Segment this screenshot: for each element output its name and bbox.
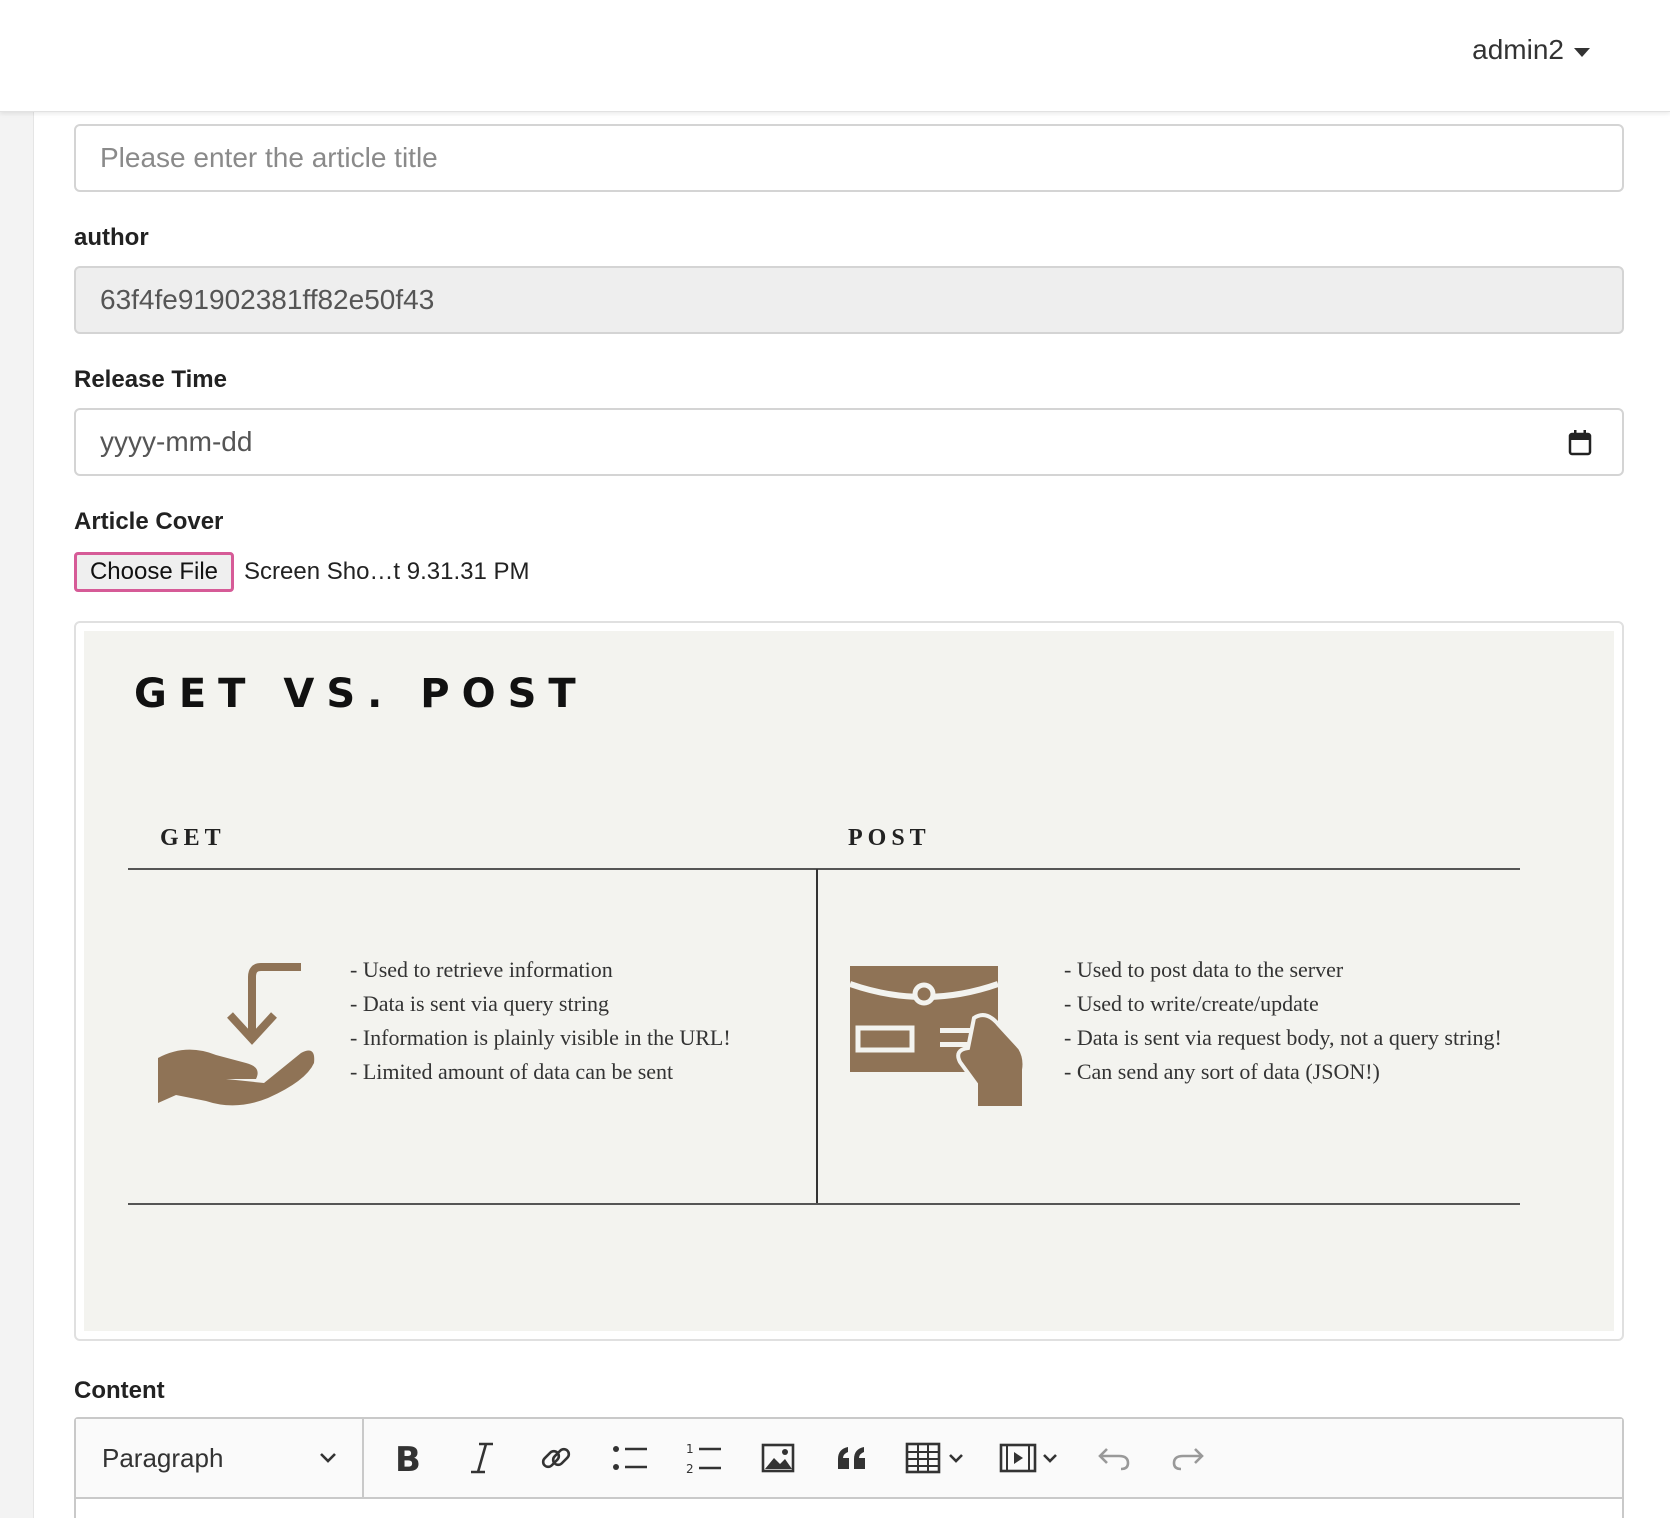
editor-content-area[interactable] <box>76 1501 1622 1518</box>
receive-hand-icon <box>158 963 315 1106</box>
media-icon[interactable] <box>998 1436 1062 1480</box>
cover-title: GET VS. POST <box>134 671 588 717</box>
italic-icon[interactable] <box>460 1436 504 1480</box>
post-heading: POST <box>848 825 931 851</box>
title-input[interactable]: Please enter the article title <box>74 124 1624 192</box>
choose-file-button[interactable]: Choose File <box>74 552 234 592</box>
svg-text:B: B <box>395 1441 421 1475</box>
svg-text:1: 1 <box>686 1442 694 1456</box>
get-point: - Data is sent via query string <box>350 991 610 1016</box>
release-time-label: Release Time <box>74 366 227 393</box>
user-name: admin2 <box>1472 34 1564 65</box>
editor-tools: B 12 <box>364 1436 1210 1480</box>
selected-file-name: Screen Sho…t 9.31.31 PM <box>244 558 530 585</box>
post-point: - Data is sent via request body, not a q… <box>1064 1025 1502 1050</box>
blockquote-icon[interactable] <box>830 1436 874 1480</box>
bold-icon[interactable]: B <box>386 1436 430 1480</box>
post-point: - Used to write/create/update <box>1064 991 1319 1016</box>
image-icon[interactable] <box>756 1436 800 1480</box>
block-format-value: Paragraph <box>102 1442 224 1473</box>
editor-toolbar: Paragraph B 12 <box>76 1419 1622 1499</box>
numbered-list-icon[interactable]: 12 <box>682 1436 726 1480</box>
post-envelope-icon <box>850 966 1025 1108</box>
top-navbar: admin2 <box>0 0 1670 112</box>
rich-text-editor: Paragraph B 12 <box>74 1417 1624 1518</box>
post-points: - Used to post data to the server - Used… <box>1064 953 1502 1089</box>
sidebar-edge <box>0 112 34 1518</box>
get-heading: GET <box>160 825 226 851</box>
cover-image: GET VS. POST GET POST - Used to retrieve… <box>84 631 1614 1331</box>
post-point: - Used to post data to the server <box>1064 957 1344 982</box>
svg-text:2: 2 <box>686 1462 694 1475</box>
column-divider <box>816 869 818 1205</box>
table-icon[interactable] <box>904 1436 968 1480</box>
block-format-dropdown[interactable]: Paragraph <box>76 1419 364 1497</box>
post-point: - Can send any sort of data (JSON!) <box>1064 1059 1380 1084</box>
calendar-icon[interactable] <box>1568 430 1592 456</box>
author-label: author <box>74 224 149 251</box>
get-points: - Used to retrieve information - Data is… <box>350 953 731 1089</box>
undo-icon[interactable] <box>1092 1436 1136 1480</box>
author-field: 63f4fe91902381ff82e50f43 <box>74 266 1624 334</box>
bulleted-list-icon[interactable] <box>608 1436 652 1480</box>
redo-icon[interactable] <box>1166 1436 1210 1480</box>
header-divider <box>128 868 1520 870</box>
footer-divider <box>128 1203 1520 1205</box>
caret-down-icon <box>1574 47 1590 57</box>
link-icon[interactable] <box>534 1436 578 1480</box>
article-cover-label: Article Cover <box>74 508 224 535</box>
get-point: - Used to retrieve information <box>350 957 613 982</box>
get-point: - Limited amount of data can be sent <box>350 1059 674 1084</box>
content-label: Content <box>74 1377 165 1404</box>
user-menu[interactable]: admin2 <box>1472 34 1590 66</box>
release-date-input[interactable]: yyyy-mm-dd <box>74 408 1624 476</box>
file-input: Choose File Screen Sho…t 9.31.31 PM <box>74 552 530 592</box>
get-point: - Information is plainly visible in the … <box>350 1025 731 1050</box>
chevron-down-icon <box>320 1453 336 1463</box>
cover-preview: GET VS. POST GET POST - Used to retrieve… <box>74 621 1624 1341</box>
